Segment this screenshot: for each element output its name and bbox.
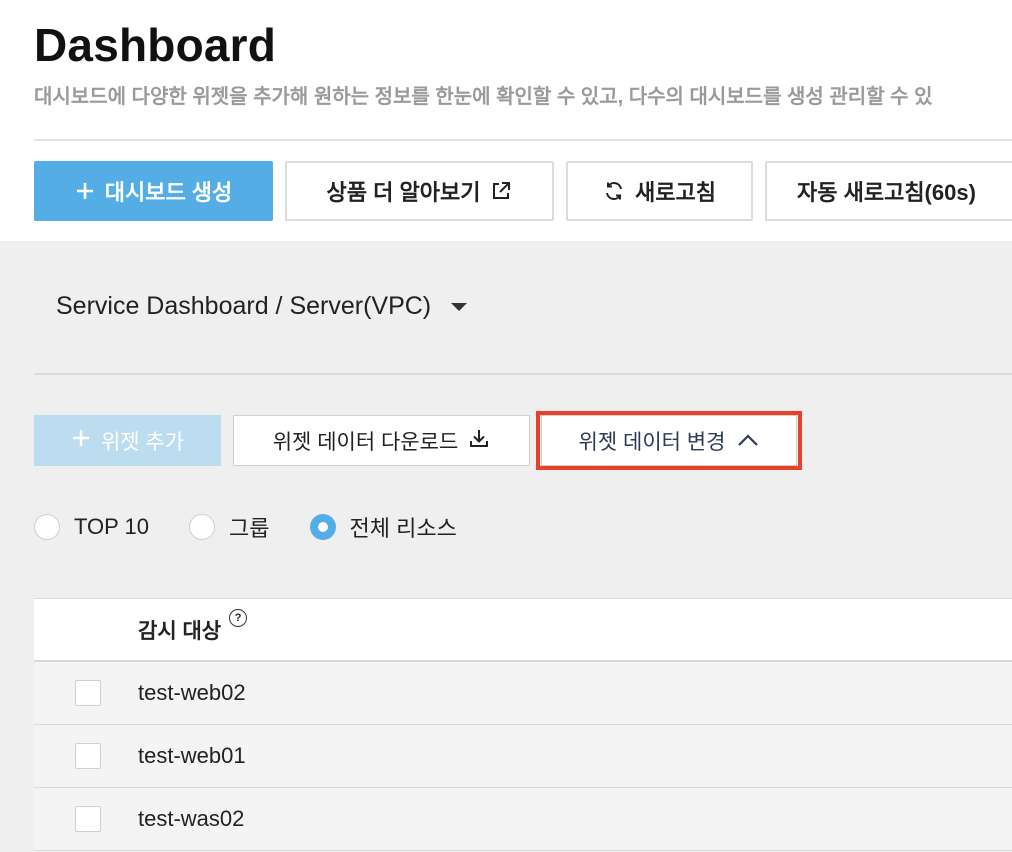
row-target-name: test-web01: [138, 743, 246, 768]
learn-more-button[interactable]: 상품 더 알아보기: [285, 161, 554, 221]
header-divider: [34, 139, 1012, 141]
highlight-box: [536, 411, 802, 470]
caret-down-icon: [451, 302, 468, 311]
radio-circle[interactable]: [189, 514, 216, 540]
scope-radio-group: TOP 10 그룹 전체 리소스: [34, 510, 497, 544]
external-link-icon: [490, 180, 512, 202]
create-dashboard-label: 대시보드 생성: [104, 180, 233, 205]
help-icon[interactable]: ?: [229, 608, 248, 627]
radio-circle[interactable]: [34, 514, 60, 540]
row-checkbox[interactable]: [75, 806, 101, 832]
page-title: Dashboard: [34, 19, 277, 71]
content-divider: [34, 373, 1012, 375]
row-target-name: test-was02: [138, 806, 245, 831]
download-widget-data-button[interactable]: 위젯 데이터 다운로드: [233, 415, 530, 466]
plus-icon: [75, 181, 95, 201]
radio-group[interactable]: 그룹: [189, 511, 270, 543]
monitor-target-table: 감시 대상? test-web02 test-web01 test-was02: [34, 598, 1012, 851]
table-header: 감시 대상?: [34, 599, 1012, 662]
refresh-button[interactable]: 새로고침: [566, 161, 753, 221]
row-target-name: test-web02: [138, 680, 246, 705]
create-dashboard-button[interactable]: 대시보드 생성: [34, 161, 273, 221]
refresh-label: 새로고침: [635, 180, 716, 205]
radio-top10-label: TOP 10: [74, 514, 150, 539]
radio-top10[interactable]: TOP 10: [34, 514, 149, 540]
refresh-icon: [603, 180, 625, 202]
table-row[interactable]: test-was02: [34, 788, 1012, 851]
radio-group-label: 그룹: [229, 516, 270, 541]
download-icon: [468, 427, 490, 455]
plus-icon: [71, 428, 91, 454]
auto-refresh-label: 자동 새로고침(60s): [797, 180, 976, 205]
auto-refresh-button[interactable]: 자동 새로고침(60s): [765, 161, 1012, 221]
page-header: Dashboard 대시보드에 다양한 위젯을 추가해 원하는 정보를 한눈에 …: [0, 0, 1012, 241]
column-header-target: 감시 대상?: [138, 608, 248, 645]
page-subtitle: 대시보드에 다양한 위젯을 추가해 원하는 정보를 한눈에 확인할 수 있고, …: [34, 86, 933, 108]
radio-all[interactable]: 전체 리소스: [309, 511, 457, 543]
add-widget-label: 위젯 추가: [100, 430, 185, 454]
table-row[interactable]: test-web01: [34, 725, 1012, 788]
row-checkbox[interactable]: [75, 743, 101, 769]
radio-all-label: 전체 리소스: [349, 516, 457, 541]
download-widget-data-label: 위젯 데이터 다운로드: [272, 430, 459, 454]
dashboard-selector-label: Service Dashboard / Server(VPC): [56, 292, 432, 320]
learn-more-label: 상품 더 알아보기: [326, 180, 481, 205]
dashboard-selector[interactable]: Service Dashboard / Server(VPC): [56, 292, 468, 321]
row-checkbox[interactable]: [75, 680, 101, 706]
add-widget-button[interactable]: 위젯 추가: [34, 415, 221, 466]
radio-circle-selected[interactable]: [309, 514, 336, 540]
table-row[interactable]: test-web02: [34, 662, 1012, 725]
